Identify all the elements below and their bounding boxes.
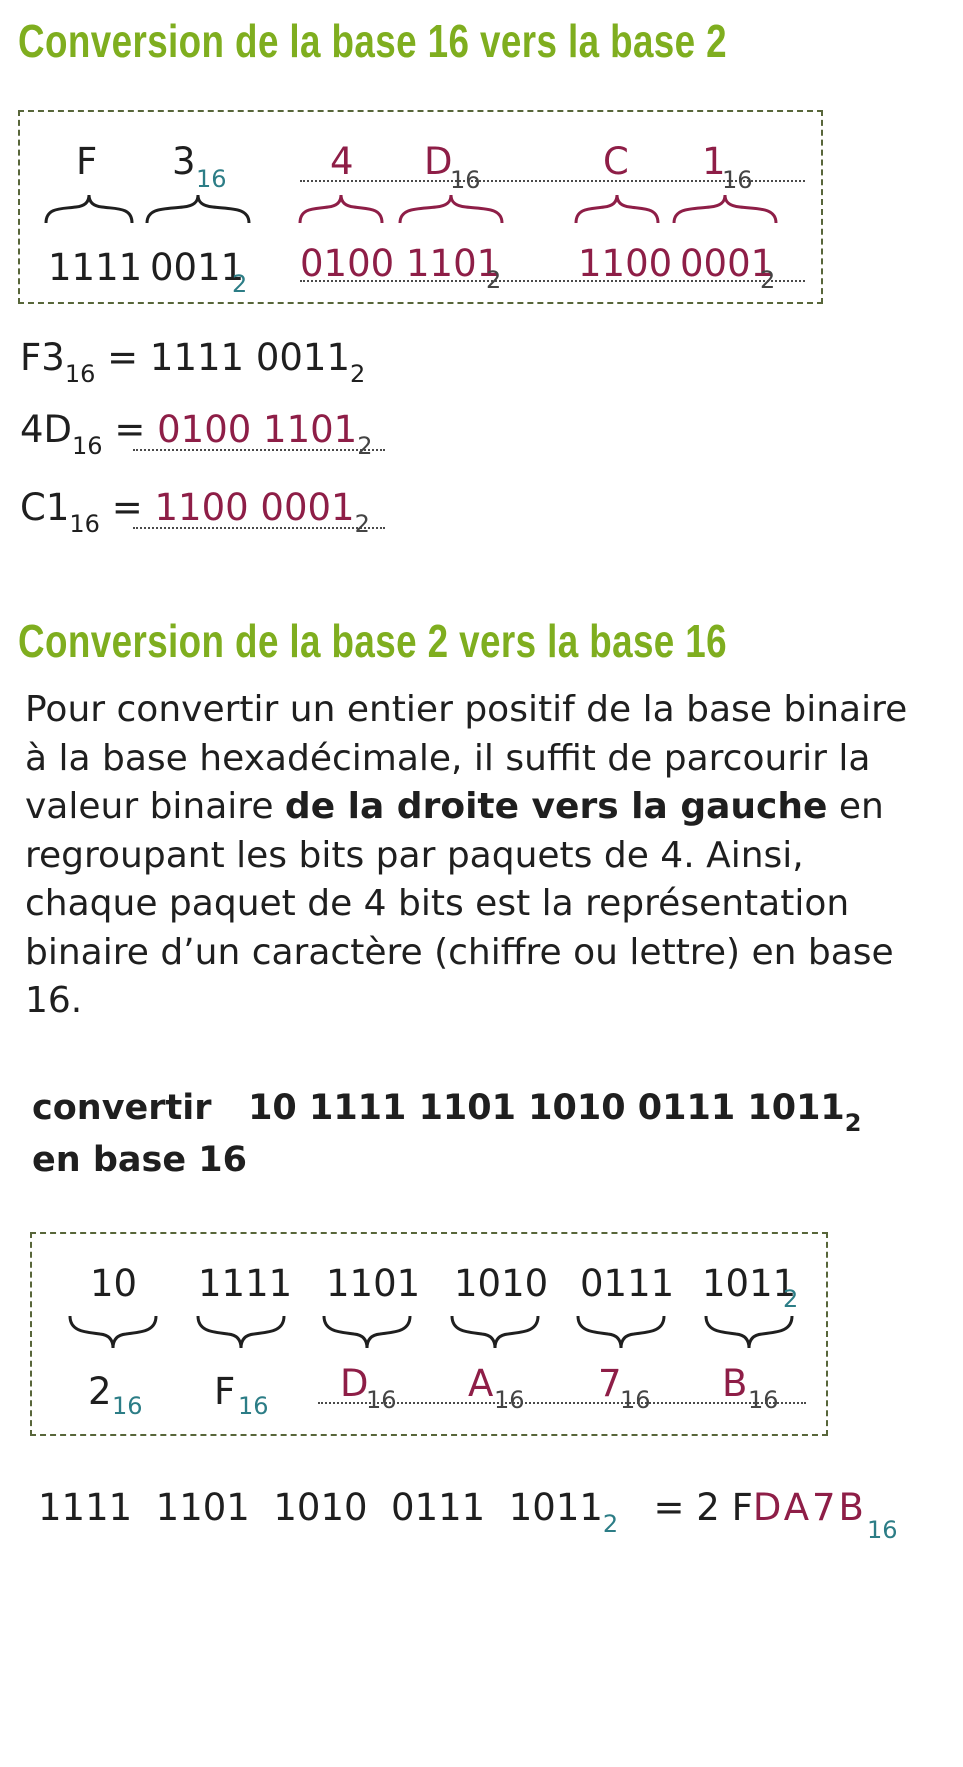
binary-group: 0111 <box>580 1262 675 1305</box>
brace-icon <box>322 1315 412 1349</box>
binary-group: 1101 <box>326 1262 421 1305</box>
exercise-verb: convertir <box>32 1088 212 1128</box>
exercise-value-sub: 2 <box>844 1109 862 1137</box>
binary-group: 1010 <box>454 1262 549 1305</box>
eq-rhs-sub: 2 <box>357 432 373 460</box>
hex-digit-f: F <box>76 140 98 183</box>
eq-sign: = <box>111 486 143 529</box>
binary-group: 1100 <box>578 242 673 285</box>
result-binary: 1111 1101 1010 0111 1011 <box>38 1486 603 1529</box>
eq-lhs: F3 <box>20 336 65 379</box>
binary-subscript: 2 <box>760 266 776 294</box>
brace-icon <box>576 1315 666 1349</box>
binary-subscript: 2 <box>232 270 248 298</box>
result-hex-sub: 16 <box>866 1516 898 1544</box>
hex-digit-b: B <box>722 1362 748 1405</box>
eq-answer: 1100 0001 <box>154 486 355 529</box>
brace-icon <box>672 194 778 224</box>
hex-subscript: 16 <box>112 1392 143 1420</box>
binary-subscript: 2 <box>486 266 502 294</box>
eq-sign: = <box>107 336 139 379</box>
exercise-target: en base 16 <box>32 1140 247 1180</box>
hex-subscript: 16 <box>366 1386 397 1414</box>
hex-digit-3: 3 <box>172 140 196 183</box>
binary-group: 1111 <box>48 246 143 289</box>
hex-digit-d: D <box>424 140 453 183</box>
hex-digit-c: C <box>603 140 629 183</box>
eq-sign: = <box>114 408 146 451</box>
hex-digit-a: A <box>468 1362 494 1405</box>
eq-lhs: 4D <box>20 408 73 451</box>
section2-title: Conversion de la base 2 vers la base 16 <box>18 615 728 667</box>
result-hex-given: 2 F <box>696 1486 753 1529</box>
brace-icon <box>196 1315 286 1349</box>
eq-rhs: 1111 0011 <box>149 336 351 379</box>
eq-lhs-sub: 16 <box>69 510 100 538</box>
eq-rhs-sub: 2 <box>354 510 370 538</box>
brace-icon <box>298 194 384 224</box>
hex-subscript: 16 <box>238 1392 269 1420</box>
paragraph-emphasis: de la droite vers la gauche <box>284 786 828 827</box>
brace-icon <box>574 194 660 224</box>
hex-digit-7: 7 <box>598 1362 622 1405</box>
hex-subscript: 16 <box>196 165 227 193</box>
hex-subscript: 16 <box>620 1386 651 1414</box>
result-binary-sub: 2 <box>602 1510 619 1538</box>
brace-icon <box>145 194 251 224</box>
hex-subscript: 16 <box>494 1386 525 1414</box>
exercise-value: 10 1111 1101 1010 0111 1011 <box>248 1088 845 1128</box>
brace-icon <box>398 194 504 224</box>
result-line: 1111 1101 1010 0111 10112 = 2 FDA7B16 <box>38 1486 897 1544</box>
eq-rhs-sub: 2 <box>350 360 366 388</box>
hex-digit-d: D <box>340 1362 369 1405</box>
brace-icon <box>68 1315 158 1349</box>
hex-digit-f: F <box>214 1370 236 1413</box>
binary-group: 10 <box>90 1262 138 1305</box>
equation-line: C116 = 1100 00012 <box>20 486 370 538</box>
exercise-statement: convertir 10 1111 1101 1010 0111 10112 <box>32 1088 861 1137</box>
binary-group: 0011 <box>150 246 245 289</box>
eq-lhs-sub: 16 <box>64 360 96 388</box>
equation-line: F316 = 1111 00112 <box>20 336 365 388</box>
hex-digit-2: 2 <box>88 1370 112 1413</box>
brace-icon <box>704 1315 794 1349</box>
explanation-paragraph: Pour convertir un entier positif de la b… <box>25 686 925 1026</box>
binary-group: 1111 <box>198 1262 293 1305</box>
hex-subscript: 16 <box>722 166 753 194</box>
section1-title: Conversion de la base 16 vers la base 2 <box>18 15 728 67</box>
binary-group: 0100 <box>300 242 395 285</box>
eq-lhs: C1 <box>20 486 70 529</box>
brace-icon <box>450 1315 540 1349</box>
brace-icon <box>44 194 134 224</box>
hex-subscript: 16 <box>450 166 481 194</box>
eq-lhs-sub: 16 <box>72 432 103 460</box>
hex-subscript: 16 <box>748 1386 779 1414</box>
hex-digit-4: 4 <box>330 140 354 183</box>
result-eq-sign: = <box>653 1486 685 1529</box>
equation-line: 4D16 = 0100 11012 <box>20 408 373 460</box>
result-hex-answer: DA7B <box>752 1486 867 1529</box>
binary-subscript: 2 <box>783 1285 799 1313</box>
eq-answer: 0100 1101 <box>157 408 358 451</box>
